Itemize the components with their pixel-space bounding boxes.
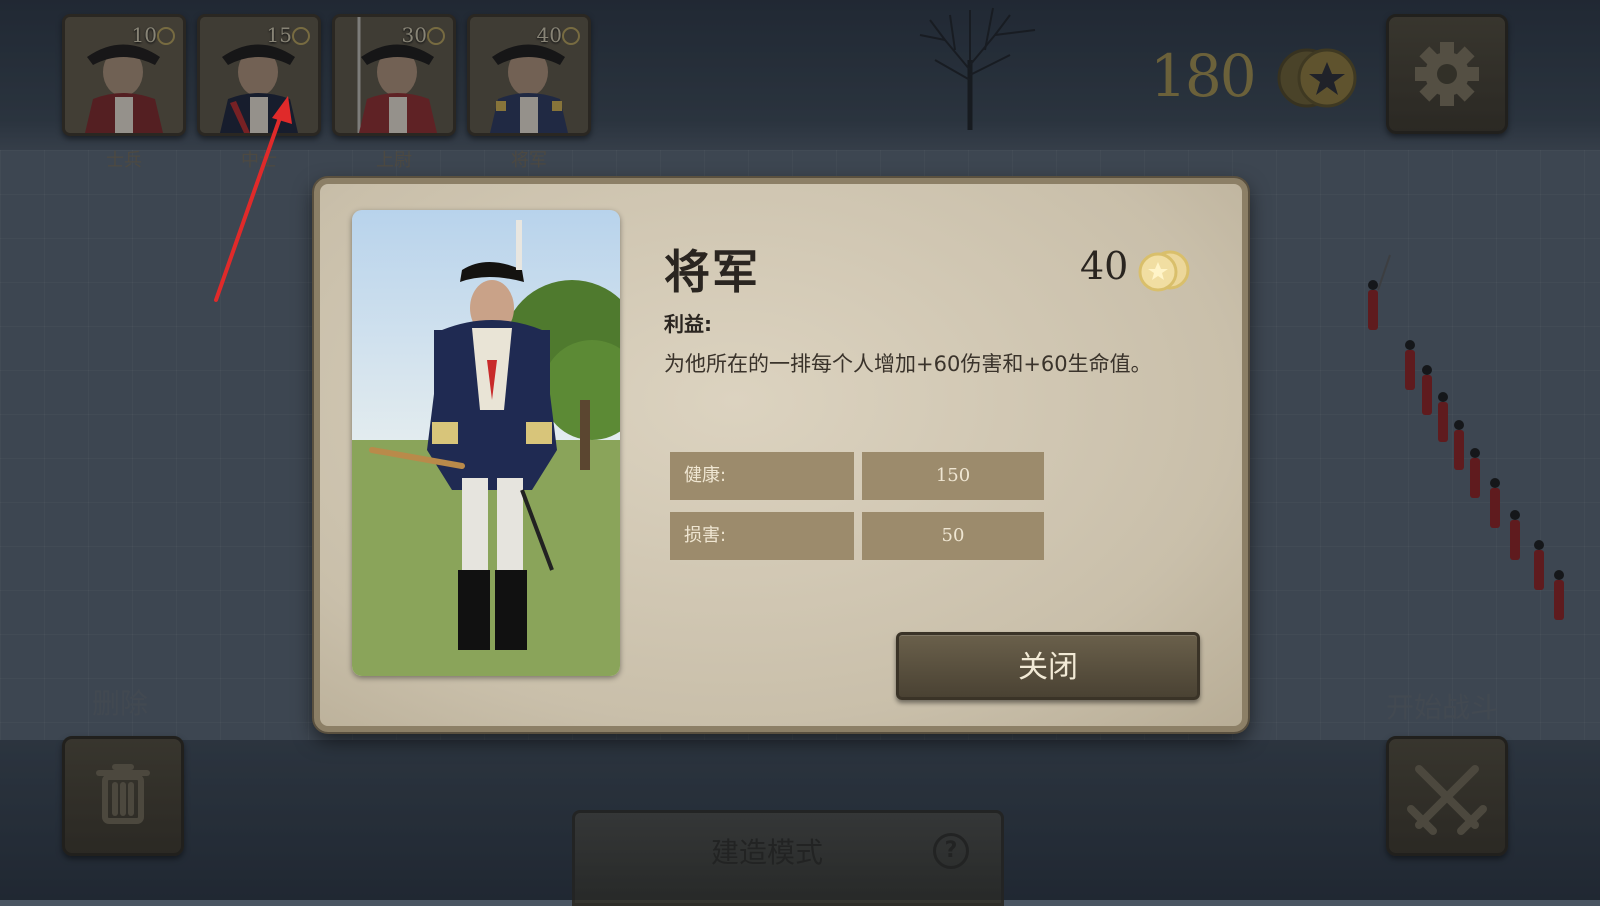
stat-value-health: 150 [862, 452, 1044, 500]
benefit-label: 利益: [664, 312, 712, 336]
coin-stack-icon [1138, 250, 1190, 292]
close-button[interactable]: 关闭 [896, 632, 1200, 700]
stat-value-damage: 50 [862, 512, 1044, 560]
unit-title: 将军 [664, 245, 760, 299]
unit-cost-value: 40 [1080, 244, 1129, 288]
general-portrait [352, 210, 620, 676]
unit-info-dialog: 将军 40 利益: 为他所在的一排每个人增加+60伤害和+60生命值。 健康: … [314, 178, 1248, 732]
stat-label-health: 健康: [670, 452, 854, 500]
benefit-text: 为他所在的一排每个人增加+60伤害和+60生命值。 [664, 352, 1152, 376]
stat-label-damage: 损害: [670, 512, 854, 560]
